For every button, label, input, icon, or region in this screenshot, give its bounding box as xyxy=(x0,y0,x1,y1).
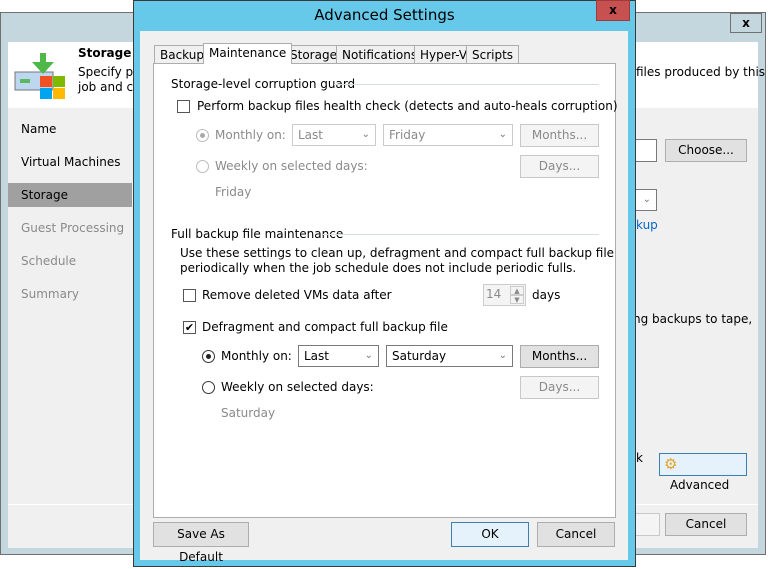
save-as-default-button[interactable]: Save As Default xyxy=(153,522,249,564)
wizard-header-desc: job and cu xyxy=(78,80,141,94)
wizard-text-fragment: k xyxy=(636,451,643,465)
select-value: Last xyxy=(304,349,329,363)
tab-maintenance[interactable]: Maintenance xyxy=(203,43,293,64)
tab-hyper-v[interactable]: Hyper-V xyxy=(414,45,474,64)
full-maintenance-heading: Full backup file maintenance xyxy=(171,227,344,241)
select-value: Friday xyxy=(389,128,426,142)
corruption-monthly-label: Monthly on: xyxy=(215,128,286,142)
tab-backup[interactable]: Backup xyxy=(154,45,210,64)
defrag-weekly-radio[interactable] xyxy=(202,381,215,394)
days-unit-label: days xyxy=(532,288,561,302)
defrag-monthly-label: Monthly on: xyxy=(221,349,292,363)
select-value: Last xyxy=(298,128,323,142)
stepper-up-icon[interactable]: ▲ xyxy=(510,286,524,295)
defrag-week-select[interactable]: Last ⌄ xyxy=(298,345,379,367)
storage-icon xyxy=(14,48,66,100)
wizard-header-desc-right: files produced by this xyxy=(636,65,766,79)
tab-notifications[interactable]: Notifications xyxy=(336,45,424,64)
defrag-day-select[interactable]: Saturday ⌄ xyxy=(386,345,513,367)
remove-days-stepper[interactable]: 14 ▲ ▼ xyxy=(483,284,526,306)
corruption-months-button[interactable]: Months... xyxy=(520,124,599,147)
defragment-label: Defragment and compact full backup file xyxy=(202,320,448,334)
tape-text: ng backups to tape, xyxy=(633,312,753,326)
tab-storage[interactable]: Storage xyxy=(284,45,343,64)
remove-deleted-vms-checkbox[interactable] xyxy=(183,289,196,302)
tab-scripts[interactable]: Scripts xyxy=(466,45,520,64)
corruption-guard-heading: Storage-level corruption guard xyxy=(171,77,356,91)
advanced-button-label: Advanced xyxy=(670,478,730,492)
defrag-months-button[interactable]: Months... xyxy=(520,345,599,368)
defrag-weekly-days: Saturday xyxy=(221,406,276,420)
dialog-close-button[interactable]: x xyxy=(596,0,630,21)
corruption-days-button[interactable]: Days... xyxy=(520,155,599,178)
nav-item-schedule[interactable]: Schedule xyxy=(21,254,76,268)
defragment-checkbox[interactable]: ✔ xyxy=(183,321,196,334)
choose-button[interactable]: Choose... xyxy=(665,139,747,162)
select-value: Saturday xyxy=(392,349,447,363)
corruption-monthly-radio[interactable] xyxy=(196,129,209,142)
nav-item-storage[interactable]: Storage xyxy=(21,188,68,202)
cancel-button[interactable]: Cancel xyxy=(537,522,615,547)
dialog-title: Advanced Settings xyxy=(314,6,455,24)
corruption-day-select[interactable]: Friday ⌄ xyxy=(383,124,513,146)
corruption-weekly-days: Friday xyxy=(215,185,252,199)
defrag-days-button[interactable]: Days... xyxy=(520,376,599,399)
health-check-checkbox[interactable] xyxy=(177,100,190,113)
full-maintenance-desc: Use these settings to clean up, defragme… xyxy=(180,246,615,260)
remove-deleted-vms-label: Remove deleted VMs data after xyxy=(202,288,392,302)
chevron-down-icon: ⌄ xyxy=(364,350,373,361)
divider xyxy=(334,84,599,85)
checkmark-icon: ✔ xyxy=(184,321,195,334)
nav-item-guest-processing[interactable]: Guest Processing xyxy=(21,221,124,235)
corruption-weekly-label: Weekly on selected days: xyxy=(215,159,368,173)
defrag-weekly-label: Weekly on selected days: xyxy=(221,380,374,394)
advanced-button[interactable]: ⚙ Advanced xyxy=(659,453,747,492)
gear-icon: ⚙ xyxy=(664,455,678,473)
chevron-down-icon: ⌄ xyxy=(498,129,507,140)
wizard-close-button[interactable]: x xyxy=(730,13,762,33)
ok-button[interactable]: OK xyxy=(451,522,529,547)
chevron-down-icon: ⌄ xyxy=(642,194,651,205)
wizard-header-desc: Specify pr xyxy=(78,65,139,79)
corruption-weekly-radio[interactable] xyxy=(196,160,209,173)
full-maintenance-desc: periodically when the job schedule does … xyxy=(180,261,577,275)
nav-item-virtual-machines[interactable]: Virtual Machines xyxy=(21,155,121,169)
chevron-down-icon: ⌄ xyxy=(361,129,370,140)
defrag-monthly-radio[interactable] xyxy=(202,350,215,363)
wizard-link[interactable]: kup xyxy=(636,218,658,232)
corruption-week-select[interactable]: Last ⌄ xyxy=(292,124,376,146)
chevron-down-icon: ⌄ xyxy=(498,350,507,361)
stepper-value: 14 xyxy=(486,287,502,301)
nav-item-name[interactable]: Name xyxy=(21,122,56,136)
health-check-label: Perform backup files health check (detec… xyxy=(197,99,618,113)
stepper-down-icon[interactable]: ▼ xyxy=(510,295,524,304)
wizard-header-title: Storage xyxy=(78,46,132,60)
divider xyxy=(323,234,599,235)
nav-item-summary[interactable]: Summary xyxy=(21,287,79,301)
wizard-cancel-button[interactable]: Cancel xyxy=(665,513,747,536)
